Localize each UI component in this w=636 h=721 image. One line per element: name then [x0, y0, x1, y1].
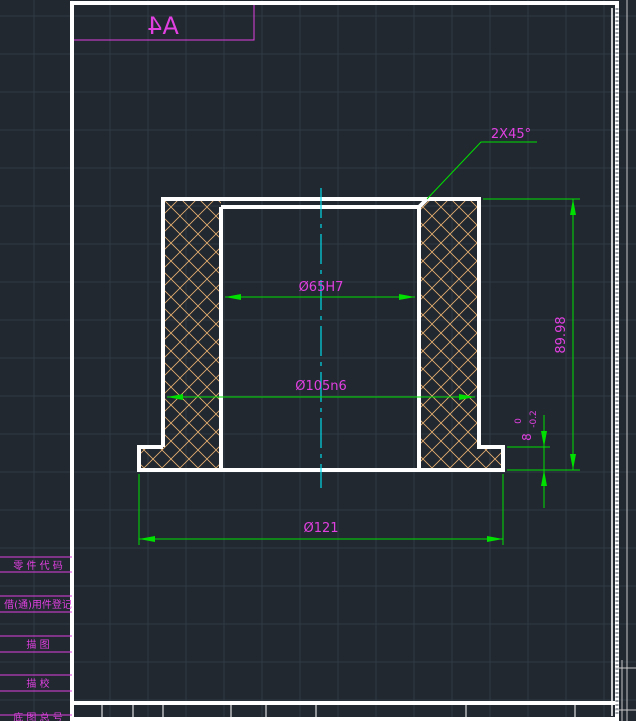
dim-tol-upper-text: 0 [514, 418, 524, 424]
side-table: 零 件 代 码 借(通)用件登记 描 图 描 校 底 图 总 号 [0, 556, 72, 721]
dim-outer-text: Ø105n6 [295, 379, 347, 394]
side-label-part-code: 零 件 代 码 [13, 560, 63, 572]
dim-flange-thickness-text: 8 [520, 433, 534, 441]
side-label-checked: 描 校 [26, 677, 49, 690]
side-label-used-on: 借(通)用件登记 [4, 598, 72, 611]
drawing-frame [70, 0, 636, 721]
dim-tol-lower-text: -0.2 [529, 410, 539, 428]
dim-flange-text: Ø121 [303, 521, 338, 536]
left-wall-hatch [139, 199, 221, 470]
dim-height-text: 89.98 [554, 316, 569, 353]
sheet-format-box: A4 [74, 5, 255, 41]
dim-chamfer-text: 2X45° [491, 127, 531, 142]
sheet-format-label: A4 [147, 12, 179, 40]
side-label-drawn: 描 图 [26, 638, 49, 651]
dim-bore-text: Ø65H7 [299, 280, 344, 295]
background-grid [0, 0, 636, 721]
side-label-bottom: 底 图 总 号 [13, 711, 63, 721]
cad-drawing-canvas[interactable]: A4 零 件 代 码 借(通)用件登记 描 图 描 校 底 图 总 号 Ø65H… [0, 0, 636, 721]
